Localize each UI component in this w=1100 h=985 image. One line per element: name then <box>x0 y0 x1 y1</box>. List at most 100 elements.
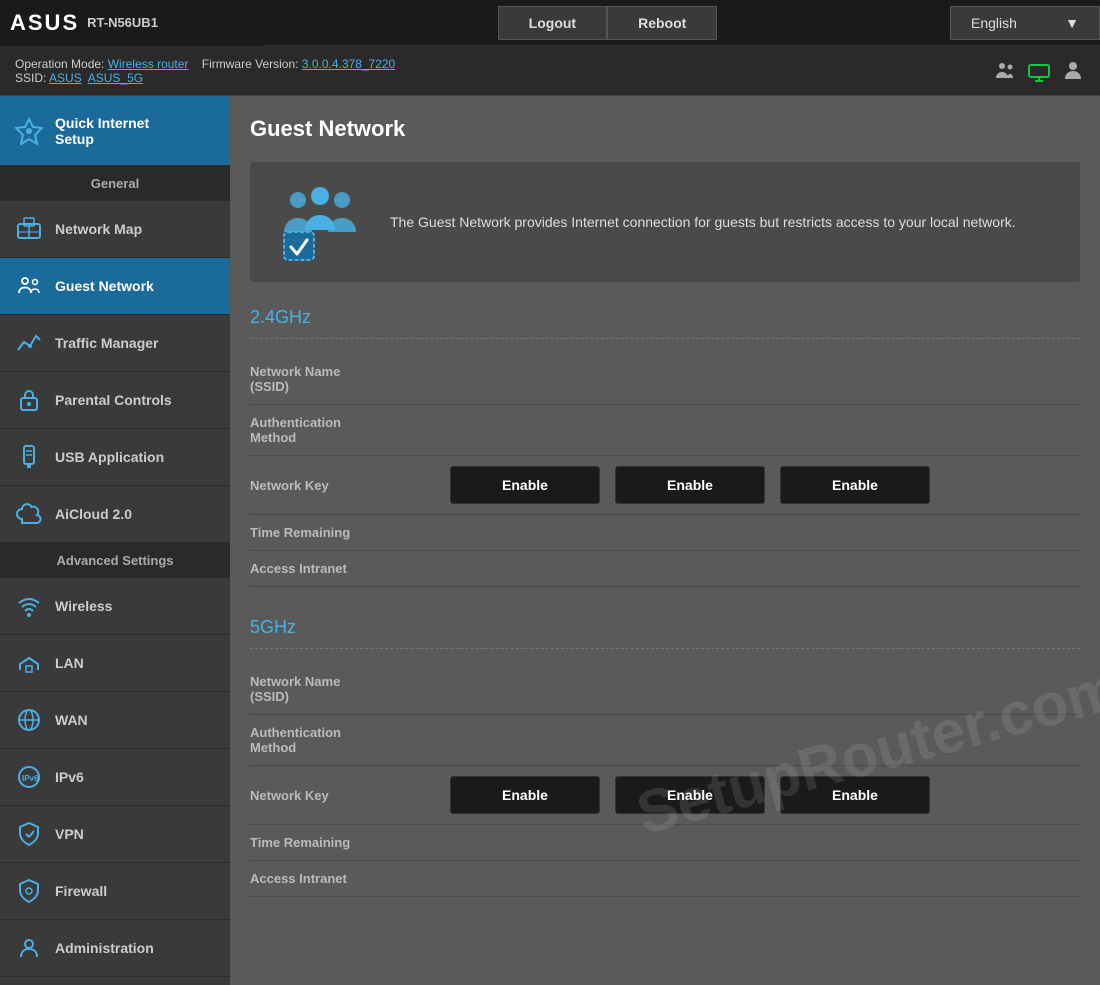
field-label-intranet-5: Access Intranet <box>250 871 450 886</box>
header: ASUS RT-N56UB1 Logout Reboot English ▼ <box>0 0 1100 46</box>
field-label-timerem-5: Time Remaining <box>250 835 450 850</box>
guest-network-icon <box>15 272 43 300</box>
field-label-netkey-5: Network Key <box>250 788 450 803</box>
sidebar-item-parental-controls[interactable]: Parental Controls <box>0 372 230 429</box>
sidebar-item-label: Network Map <box>55 221 142 237</box>
firewall-icon <box>15 877 43 905</box>
main-content: Guest Network The Guest Network <box>230 96 1100 985</box>
aicloud-icon <box>15 500 43 528</box>
sidebar-item-traffic-manager[interactable]: Traffic Manager <box>0 315 230 372</box>
status-info: Operation Mode: Wireless router Firmware… <box>15 57 395 85</box>
logo-area: ASUS RT-N56UB1 <box>0 0 265 46</box>
enable-btn-5-2[interactable]: Enable <box>615 776 765 814</box>
firmware-label: Firmware Version: <box>202 57 299 71</box>
svg-text:IPv6: IPv6 <box>22 774 39 783</box>
field-row-ssid-24: Network Name(SSID) <box>250 354 1080 405</box>
field-value-netkey-24: Enable Enable Enable <box>450 466 1080 504</box>
page-title: Guest Network <box>250 116 1080 142</box>
operation-mode-value[interactable]: Wireless router <box>108 57 189 71</box>
enable-btn-24-2[interactable]: Enable <box>615 466 765 504</box>
freq-5ghz-title: 5GHz <box>250 617 1080 638</box>
field-row-timerem-5: Time Remaining <box>250 825 1080 861</box>
sidebar-item-vpn[interactable]: VPN <box>0 806 230 863</box>
language-selector[interactable]: English ▼ <box>950 6 1100 40</box>
person-icon <box>1061 59 1085 83</box>
freq-24ghz-section: 2.4GHz Network Name(SSID) Authentication… <box>250 307 1080 587</box>
sidebar-item-wan[interactable]: WAN <box>0 692 230 749</box>
freq-5ghz-divider <box>250 648 1080 649</box>
field-label-ssid-5: Network Name(SSID) <box>250 674 450 704</box>
field-row-timerem-24: Time Remaining <box>250 515 1080 551</box>
sidebar-item-label: WAN <box>55 712 88 728</box>
enable-btn-5-3[interactable]: Enable <box>780 776 930 814</box>
logo-model: RT-N56UB1 <box>87 15 158 30</box>
traffic-manager-icon <box>15 329 43 357</box>
enable-btn-5-1[interactable]: Enable <box>450 776 600 814</box>
sidebar-item-wireless[interactable]: Wireless <box>0 578 230 635</box>
ipv6-icon: IPv6 <box>15 763 43 791</box>
field-label-auth-24: AuthenticationMethod <box>250 415 450 445</box>
firmware-value[interactable]: 3.0.0.4.378_7220 <box>302 57 395 71</box>
field-row-auth-24: AuthenticationMethod <box>250 405 1080 456</box>
sidebar-item-network-map[interactable]: Network Map <box>0 201 230 258</box>
enable-btn-24-1[interactable]: Enable <box>450 466 600 504</box>
vpn-icon <box>15 820 43 848</box>
sidebar-item-ipv6[interactable]: IPv6 IPv6 <box>0 749 230 806</box>
enable-btn-24-3[interactable]: Enable <box>780 466 930 504</box>
sidebar-item-lan[interactable]: LAN <box>0 635 230 692</box>
field-label-timerem-24: Time Remaining <box>250 525 450 540</box>
freq-5ghz-section: 5GHz Network Name(SSID) AuthenticationMe… <box>250 617 1080 897</box>
intro-section: The Guest Network provides Internet conn… <box>250 162 1080 282</box>
sidebar-item-label: LAN <box>55 655 84 671</box>
sidebar-item-quick-setup[interactable]: Quick Internet Setup <box>0 96 230 166</box>
wireless-icon <box>15 592 43 620</box>
sidebar-item-usb-application[interactable]: USB Application <box>0 429 230 486</box>
advanced-section-label: Advanced Settings <box>0 543 230 578</box>
sidebar-item-label: Administration <box>55 940 154 956</box>
sidebar-item-aicloud[interactable]: AiCloud 2.0 <box>0 486 230 543</box>
ssid-label: SSID: <box>15 71 46 85</box>
header-buttons: Logout Reboot <box>265 6 950 40</box>
ssid1-value[interactable]: ASUS <box>49 71 82 85</box>
parental-controls-icon <box>15 386 43 414</box>
wan-icon <box>15 706 43 734</box>
sidebar-item-label: VPN <box>55 826 84 842</box>
field-label-ssid-24: Network Name(SSID) <box>250 364 450 394</box>
field-row-netkey-5: Network Key Enable Enable Enable <box>250 766 1080 825</box>
sidebar-item-label: Traffic Manager <box>55 335 158 351</box>
guest-network-illustration <box>270 182 370 262</box>
chevron-down-icon: ▼ <box>1065 15 1079 31</box>
administration-icon <box>15 934 43 962</box>
field-row-intranet-24: Access Intranet <box>250 551 1080 587</box>
logo-asus: ASUS <box>10 10 79 36</box>
freq-24ghz-divider <box>250 338 1080 339</box>
status-bar: Operation Mode: Wireless router Firmware… <box>0 46 1100 96</box>
network-map-icon <box>15 215 43 243</box>
field-row-netkey-24: Network Key Enable Enable Enable <box>250 456 1080 515</box>
sidebar-item-label: Guest Network <box>55 278 154 294</box>
reboot-button[interactable]: Reboot <box>607 6 717 40</box>
field-row-ssid-5: Network Name(SSID) <box>250 664 1080 715</box>
field-row-auth-5: AuthenticationMethod <box>250 715 1080 766</box>
sidebar: Quick Internet Setup General Network Map <box>0 96 230 985</box>
sidebar-item-label: IPv6 <box>55 769 84 785</box>
network-icon <box>1027 59 1051 83</box>
status-icons <box>993 59 1085 83</box>
sidebar-item-label: Wireless <box>55 598 112 614</box>
sidebar-item-administration[interactable]: Administration <box>0 920 230 977</box>
logout-button[interactable]: Logout <box>498 6 607 40</box>
sidebar-item-guest-network[interactable]: Guest Network <box>0 258 230 315</box>
field-value-netkey-5: Enable Enable Enable <box>450 776 1080 814</box>
field-row-intranet-5: Access Intranet <box>250 861 1080 897</box>
sidebar-item-label: Parental Controls <box>55 392 172 408</box>
freq-24ghz-title: 2.4GHz <box>250 307 1080 328</box>
field-label-auth-5: AuthenticationMethod <box>250 725 450 755</box>
users-icon <box>993 59 1017 83</box>
field-label-netkey-24: Network Key <box>250 478 450 493</box>
field-label-intranet-24: Access Intranet <box>250 561 450 576</box>
quick-setup-icon <box>15 117 43 145</box>
ssid2-value[interactable]: ASUS_5G <box>88 71 143 85</box>
operation-mode-label: Operation Mode: <box>15 57 104 71</box>
quick-setup-label: Quick Internet Setup <box>55 115 149 147</box>
sidebar-item-firewall[interactable]: Firewall <box>0 863 230 920</box>
